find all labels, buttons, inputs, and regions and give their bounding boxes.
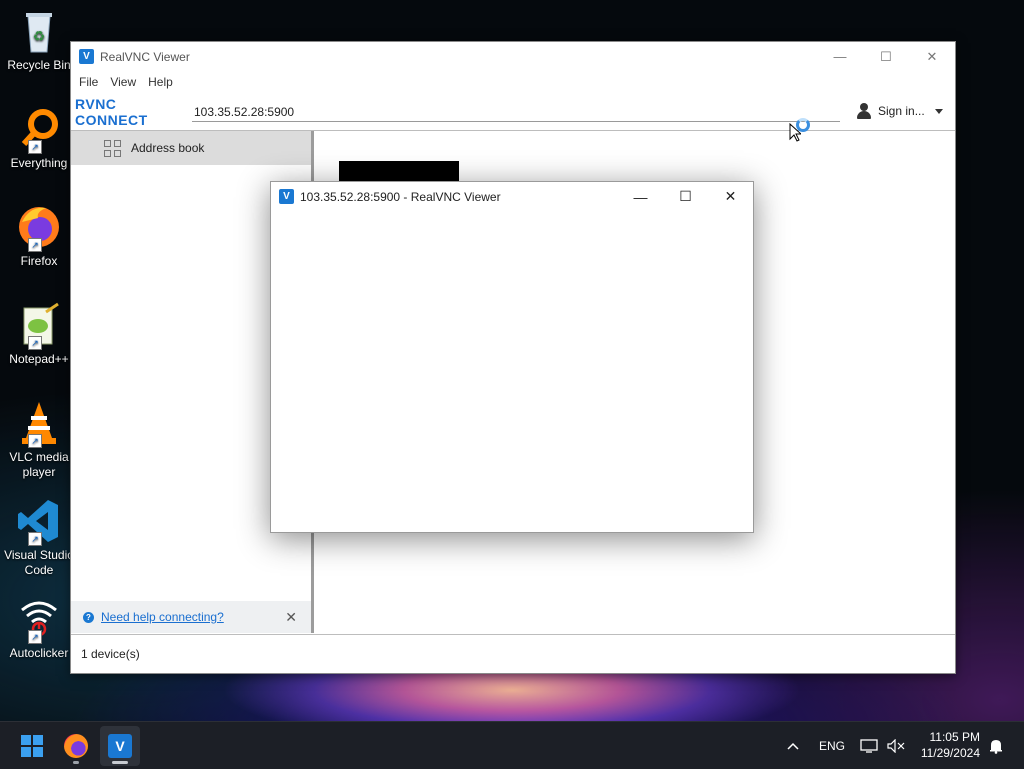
- help-question-icon: ?: [83, 611, 94, 623]
- network-display-icon[interactable]: [860, 722, 878, 769]
- desktop-icon-label: Visual Studio Code: [4, 548, 74, 577]
- help-close-icon[interactable]: ✕: [285, 609, 297, 626]
- language-indicator[interactable]: ENG: [819, 722, 845, 769]
- minimize-button[interactable]: —: [618, 182, 663, 211]
- sign-in-button[interactable]: Sign in...: [856, 103, 943, 119]
- shortcut-arrow-icon: ↗: [28, 532, 42, 546]
- everything-search-icon: ↗: [16, 106, 62, 154]
- sidebar-item-address-book[interactable]: Address book: [71, 131, 311, 165]
- desktop-icon-firefox[interactable]: ↗ Firefox: [2, 204, 76, 269]
- shortcut-arrow-icon: ↗: [28, 336, 42, 350]
- taskbar: V ENG 11:05 PM 11/29/2024: [0, 721, 1024, 769]
- notepadpp-icon: ↗: [16, 302, 62, 350]
- shortcut-arrow-icon: ↗: [28, 238, 42, 252]
- maximize-button[interactable]: ☐: [863, 42, 909, 71]
- desktop-icon-label: Autoclicker: [9, 646, 69, 660]
- taskbar-indicator: [73, 761, 79, 764]
- help-bar: ? Need help connecting? ✕: [71, 601, 311, 633]
- vnc-connect-logo: RVNC CONNECT: [75, 95, 148, 128]
- address-input[interactable]: [192, 103, 840, 122]
- clock-date: 11/29/2024: [920, 746, 980, 760]
- minimize-button[interactable]: —: [817, 42, 863, 71]
- device-thumbnail[interactable]: [339, 161, 459, 183]
- taskbar-firefox[interactable]: [56, 726, 96, 766]
- desktop-icon-label: Recycle Bin: [7, 58, 71, 72]
- window-title: RealVNC Viewer: [100, 49, 190, 64]
- menu-help[interactable]: Help: [142, 75, 179, 89]
- vscode-icon: ↗: [16, 498, 62, 546]
- desktop-icon-recycle-bin[interactable]: ♻ Recycle Bin: [2, 8, 76, 73]
- menu-file[interactable]: File: [73, 75, 104, 89]
- menubar: File View Help: [71, 71, 955, 93]
- vnc-viewer-window: V 103.35.52.28:5900 - RealVNC Viewer — ☐…: [270, 181, 754, 533]
- toolbar: RVNC CONNECT Sign in...: [71, 93, 955, 131]
- clock-time: 11:05 PM: [929, 730, 980, 744]
- desktop-icon-label: Notepad++: [9, 352, 69, 366]
- tray-overflow-chevron-icon[interactable]: [786, 722, 800, 769]
- shortcut-arrow-icon: ↗: [28, 140, 42, 154]
- desktop-icon-autoclicker[interactable]: ↗ Autoclicker: [2, 596, 76, 661]
- firefox-icon: [64, 734, 88, 758]
- vnc-titlebar[interactable]: V 103.35.52.28:5900 - RealVNC Viewer — ☐…: [271, 182, 753, 211]
- realvnc-icon: V: [108, 734, 132, 758]
- statusbar: 1 device(s): [71, 634, 955, 673]
- close-button[interactable]: ✕: [708, 182, 753, 211]
- close-button[interactable]: ✕: [909, 42, 955, 71]
- volume-muted-icon[interactable]: [887, 722, 905, 769]
- taskbar-realvnc[interactable]: V: [100, 726, 140, 766]
- vlc-cone-icon: ↗: [16, 400, 62, 448]
- user-icon: [856, 103, 872, 119]
- firefox-icon: ↗: [16, 204, 62, 252]
- chevron-down-icon: [934, 108, 943, 114]
- svg-text:♻: ♻: [33, 28, 46, 44]
- sign-in-label: Sign in...: [878, 104, 925, 118]
- maximize-button[interactable]: ☐: [663, 182, 708, 211]
- wifi-power-icon: ↗: [16, 596, 62, 644]
- shortcut-arrow-icon: ↗: [28, 630, 42, 644]
- taskbar-indicator: [112, 761, 128, 764]
- desktop-icon-label: Firefox: [20, 254, 58, 268]
- desktop-icon-vscode[interactable]: ↗ Visual Studio Code: [2, 498, 76, 578]
- realvnc-logo-icon: V: [79, 49, 94, 64]
- desktop-icon-label: VLC media player: [9, 450, 69, 479]
- desktop-icon-notepadpp[interactable]: ↗ Notepad++: [2, 302, 76, 367]
- desktop-icon-everything[interactable]: ↗ Everything: [2, 106, 76, 171]
- main-titlebar[interactable]: V RealVNC Viewer — ☐ ✕: [71, 42, 955, 71]
- desktop-icon-label: Everything: [10, 156, 68, 170]
- need-help-link[interactable]: Need help connecting?: [101, 610, 224, 624]
- start-button[interactable]: [12, 726, 52, 766]
- realvnc-logo-icon: V: [279, 189, 294, 204]
- clock[interactable]: 11:05 PM 11/29/2024: [921, 729, 980, 761]
- address-book-grid-icon: [104, 139, 121, 157]
- device-count: 1 device(s): [81, 647, 140, 661]
- menu-view[interactable]: View: [104, 75, 142, 89]
- shortcut-arrow-icon: ↗: [28, 434, 42, 448]
- windows-start-icon: [21, 735, 43, 757]
- recycle-bin-icon: ♻: [16, 8, 62, 54]
- desktop-icon-vlc[interactable]: ↗ VLC media player: [2, 400, 76, 480]
- notification-bell-icon[interactable]: [988, 722, 1004, 769]
- vnc-window-title: 103.35.52.28:5900 - RealVNC Viewer: [300, 189, 501, 204]
- sidebar-item-label: Address book: [131, 141, 205, 155]
